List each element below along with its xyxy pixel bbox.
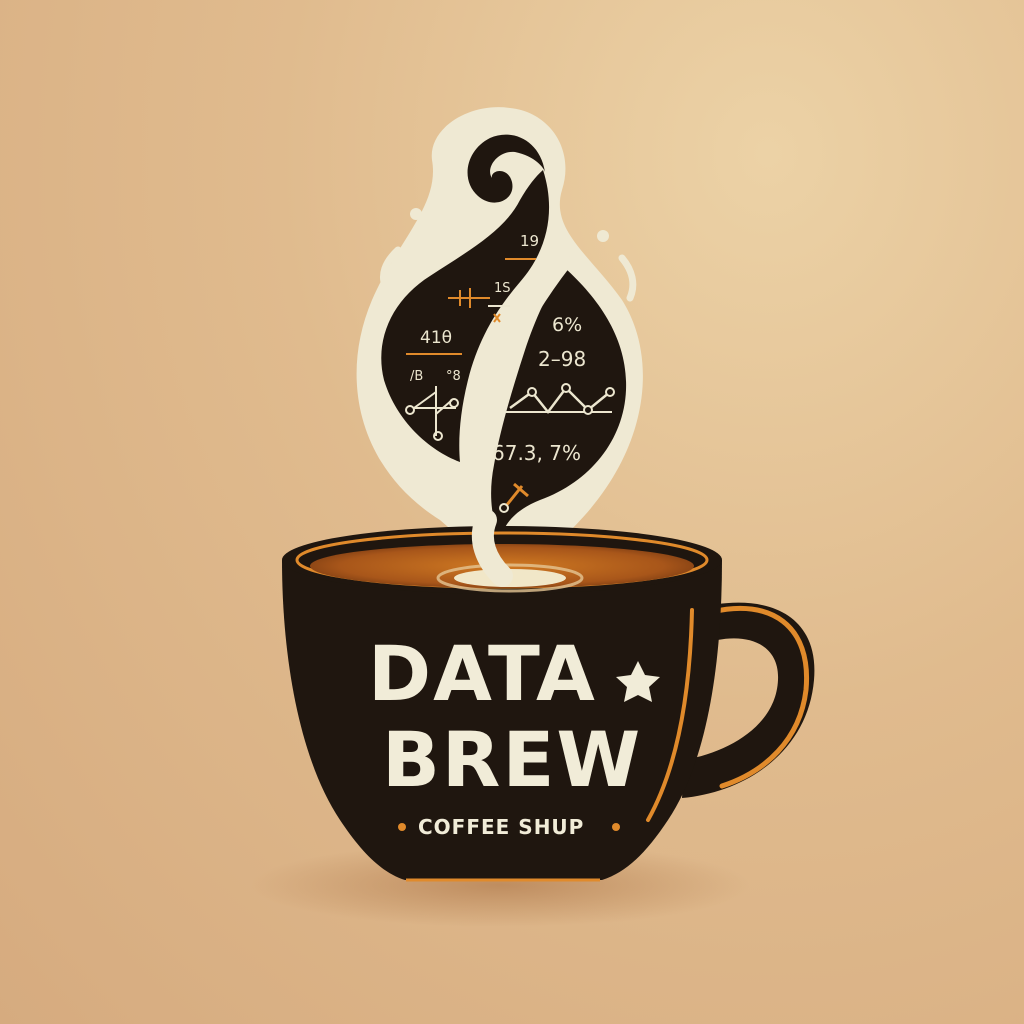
steam-number: 1S: [494, 281, 511, 296]
steam-dot: [410, 208, 422, 220]
steam-number: 2–98: [538, 347, 586, 371]
logo-word-brew: BREW: [382, 715, 642, 804]
steam-number: /B: [410, 369, 423, 384]
steam-dot: [597, 230, 609, 242]
steam-number: °8: [446, 369, 461, 384]
steam-number: 19: [520, 232, 539, 250]
steam: 19 1S 41θ /B °8 6% 2–98 67.3, 7%: [356, 107, 643, 567]
steam-number: 41θ: [420, 328, 452, 348]
steam-wisp: [618, 254, 637, 302]
logo-illustration: 19 1S 41θ /B °8 6% 2–98 67.3, 7% DATA BR…: [250, 107, 815, 927]
logo-tagline: COFFEE SHUP: [418, 815, 584, 839]
steam-number: 67.3, 7%: [492, 441, 581, 465]
steam-number: 6%: [552, 314, 582, 336]
tagline-dot-left: [398, 823, 406, 831]
tagline-dot-right: [612, 823, 620, 831]
logo-word-data: DATA: [368, 629, 597, 718]
